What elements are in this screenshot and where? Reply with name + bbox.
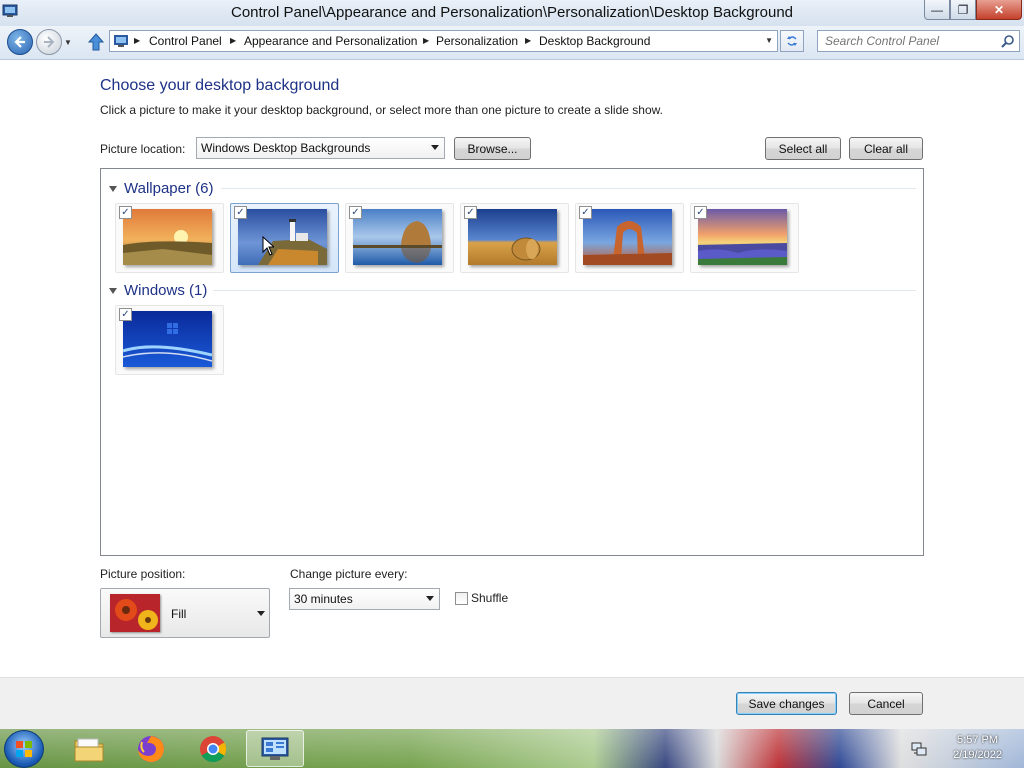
footer-bar: Save changes Cancel [0,677,1024,729]
taskbar-control-panel[interactable] [246,730,304,767]
picture-position-label: Picture position: [100,567,186,581]
sunset-field-image [123,209,212,265]
group-divider [221,188,916,189]
lighthouse-image [238,209,327,265]
group-title: Wallpaper (6) [124,179,214,197]
clear-all-button[interactable]: Clear all [849,137,923,160]
rock-lake-image [353,209,442,265]
firefox-icon [138,735,164,762]
dropdown-arrow-icon [426,596,434,601]
search-box[interactable] [817,30,1020,52]
recent-pages-dropdown[interactable]: ▼ [64,38,72,47]
wallpaper-thumb-sunset-field[interactable]: ✓ [115,203,224,273]
breadcrumb-appearance[interactable]: Appearance and Personalization [244,34,417,48]
picture-location-select[interactable]: Windows Desktop Backgrounds [196,137,445,159]
collapse-chevron-icon[interactable] [109,185,117,192]
wallpaper-thumb-stone-arch[interactable]: ✓ [575,203,684,273]
back-button[interactable] [7,29,33,55]
wallpaper-thumb-rock-lake[interactable]: ✓ [345,203,454,273]
control-panel-icon [114,35,128,47]
restore-button[interactable]: ❐ [950,0,976,20]
windows-logo-icon [16,741,32,757]
picture-location-value: Windows Desktop Backgrounds [201,141,371,155]
shuffle-label[interactable]: Shuffle [471,591,508,605]
back-arrow-icon [14,36,25,48]
wallpaper-thumb-lupine-lake[interactable]: ✓ [690,203,799,273]
control-panel-icon [261,737,289,760]
wallpaper-checkbox[interactable]: ✓ [234,206,247,219]
wallpaper-thumb-lighthouse[interactable]: ✓ [230,203,339,273]
chevron-right-icon[interactable]: ▶ [134,36,140,45]
browse-button[interactable]: Browse... [454,137,531,160]
folder-icon [74,738,104,761]
hay-bale-image [468,209,557,265]
breadcrumb-control-panel[interactable]: Control Panel [149,34,222,48]
stone-arch-image [583,209,672,265]
page-description: Click a picture to make it your desktop … [100,103,663,117]
taskbar-firefox[interactable] [122,730,180,767]
taskbar-chrome[interactable] [184,730,242,767]
window-title: Control Panel\Appearance and Personaliza… [230,4,794,21]
close-button[interactable]: ✕ [976,0,1022,20]
clock[interactable]: 5:57 PM 2/19/2022 [953,733,1002,763]
refresh-button[interactable] [780,30,804,52]
breadcrumb-desktop-background[interactable]: Desktop Background [539,34,650,48]
address-dropdown[interactable]: ▼ [765,36,773,45]
address-bar[interactable]: ▶ Control Panel ▶ Appearance and Persona… [109,30,778,52]
picture-position-value: Fill [171,607,187,621]
change-interval-value: 30 minutes [294,592,353,606]
start-button[interactable] [4,730,44,768]
search-icon[interactable] [1001,34,1015,48]
chevron-right-icon[interactable]: ▶ [525,36,531,45]
change-interval-select[interactable]: 30 minutes [289,588,440,610]
chevron-right-icon[interactable]: ▶ [423,36,429,45]
wallpaper-checkbox[interactable]: ✓ [579,206,592,219]
wallpaper-checkbox[interactable]: ✓ [694,206,707,219]
group-header-wallpaper[interactable]: Wallpaper (6) [109,178,213,198]
clock-date: 2/19/2022 [953,749,1002,761]
chevron-right-icon[interactable]: ▶ [230,36,236,45]
wallpaper-thumb-windows-blue[interactable]: ✓ [115,305,224,375]
picture-position-select[interactable]: Fill [100,588,270,638]
forward-arrow-icon [44,36,55,48]
wallpaper-checkbox[interactable]: ✓ [349,206,362,219]
lupine-lake-image [698,209,787,265]
up-arrow-icon[interactable] [86,32,106,52]
collapse-chevron-icon[interactable] [109,287,117,294]
dropdown-arrow-icon [431,145,439,150]
fill-preview-icon [110,594,160,632]
picture-gallery: Wallpaper (6) ✓ ✓ ✓ ✓ ✓ ✓ Windows (1) ✓ [100,168,924,556]
cancel-button[interactable]: Cancel [849,692,923,715]
wallpaper-checkbox[interactable]: ✓ [119,308,132,321]
change-interval-label: Change picture every: [290,567,408,581]
dropdown-arrow-icon [257,611,265,616]
chrome-icon [200,735,227,762]
network-icon[interactable] [911,741,927,757]
page-title: Choose your desktop background [100,77,340,94]
windows-blue-image [123,311,212,367]
navigation-bar: ▼ ▶ Control Panel ▶ Appearance and Perso… [0,26,1024,60]
group-divider [213,290,916,291]
wallpaper-checkbox[interactable]: ✓ [464,206,477,219]
picture-location-label: Picture location: [100,142,186,156]
clock-time: 5:57 PM [957,734,999,746]
breadcrumb-personalization[interactable]: Personalization [436,34,518,48]
group-title: Windows (1) [124,281,208,299]
system-tray: 5:57 PM 2/19/2022 [909,729,1024,768]
group-header-windows[interactable]: Windows (1) [109,280,207,300]
wallpaper-checkbox[interactable]: ✓ [119,206,132,219]
taskbar-file-explorer[interactable] [60,730,118,767]
wallpaper-thumb-hay-bale[interactable]: ✓ [460,203,569,273]
title-bar: Control Panel\Appearance and Personaliza… [0,0,1024,26]
select-all-button[interactable]: Select all [765,137,841,160]
minimize-button[interactable]: — [924,0,950,20]
mouse-cursor-icon [262,236,274,256]
search-input[interactable] [818,31,998,51]
taskbar: 5:57 PM 2/19/2022 [0,729,1024,768]
save-changes-button[interactable]: Save changes [736,692,837,715]
shuffle-checkbox[interactable] [455,592,468,605]
refresh-icon [787,36,797,46]
forward-button[interactable] [36,29,62,55]
